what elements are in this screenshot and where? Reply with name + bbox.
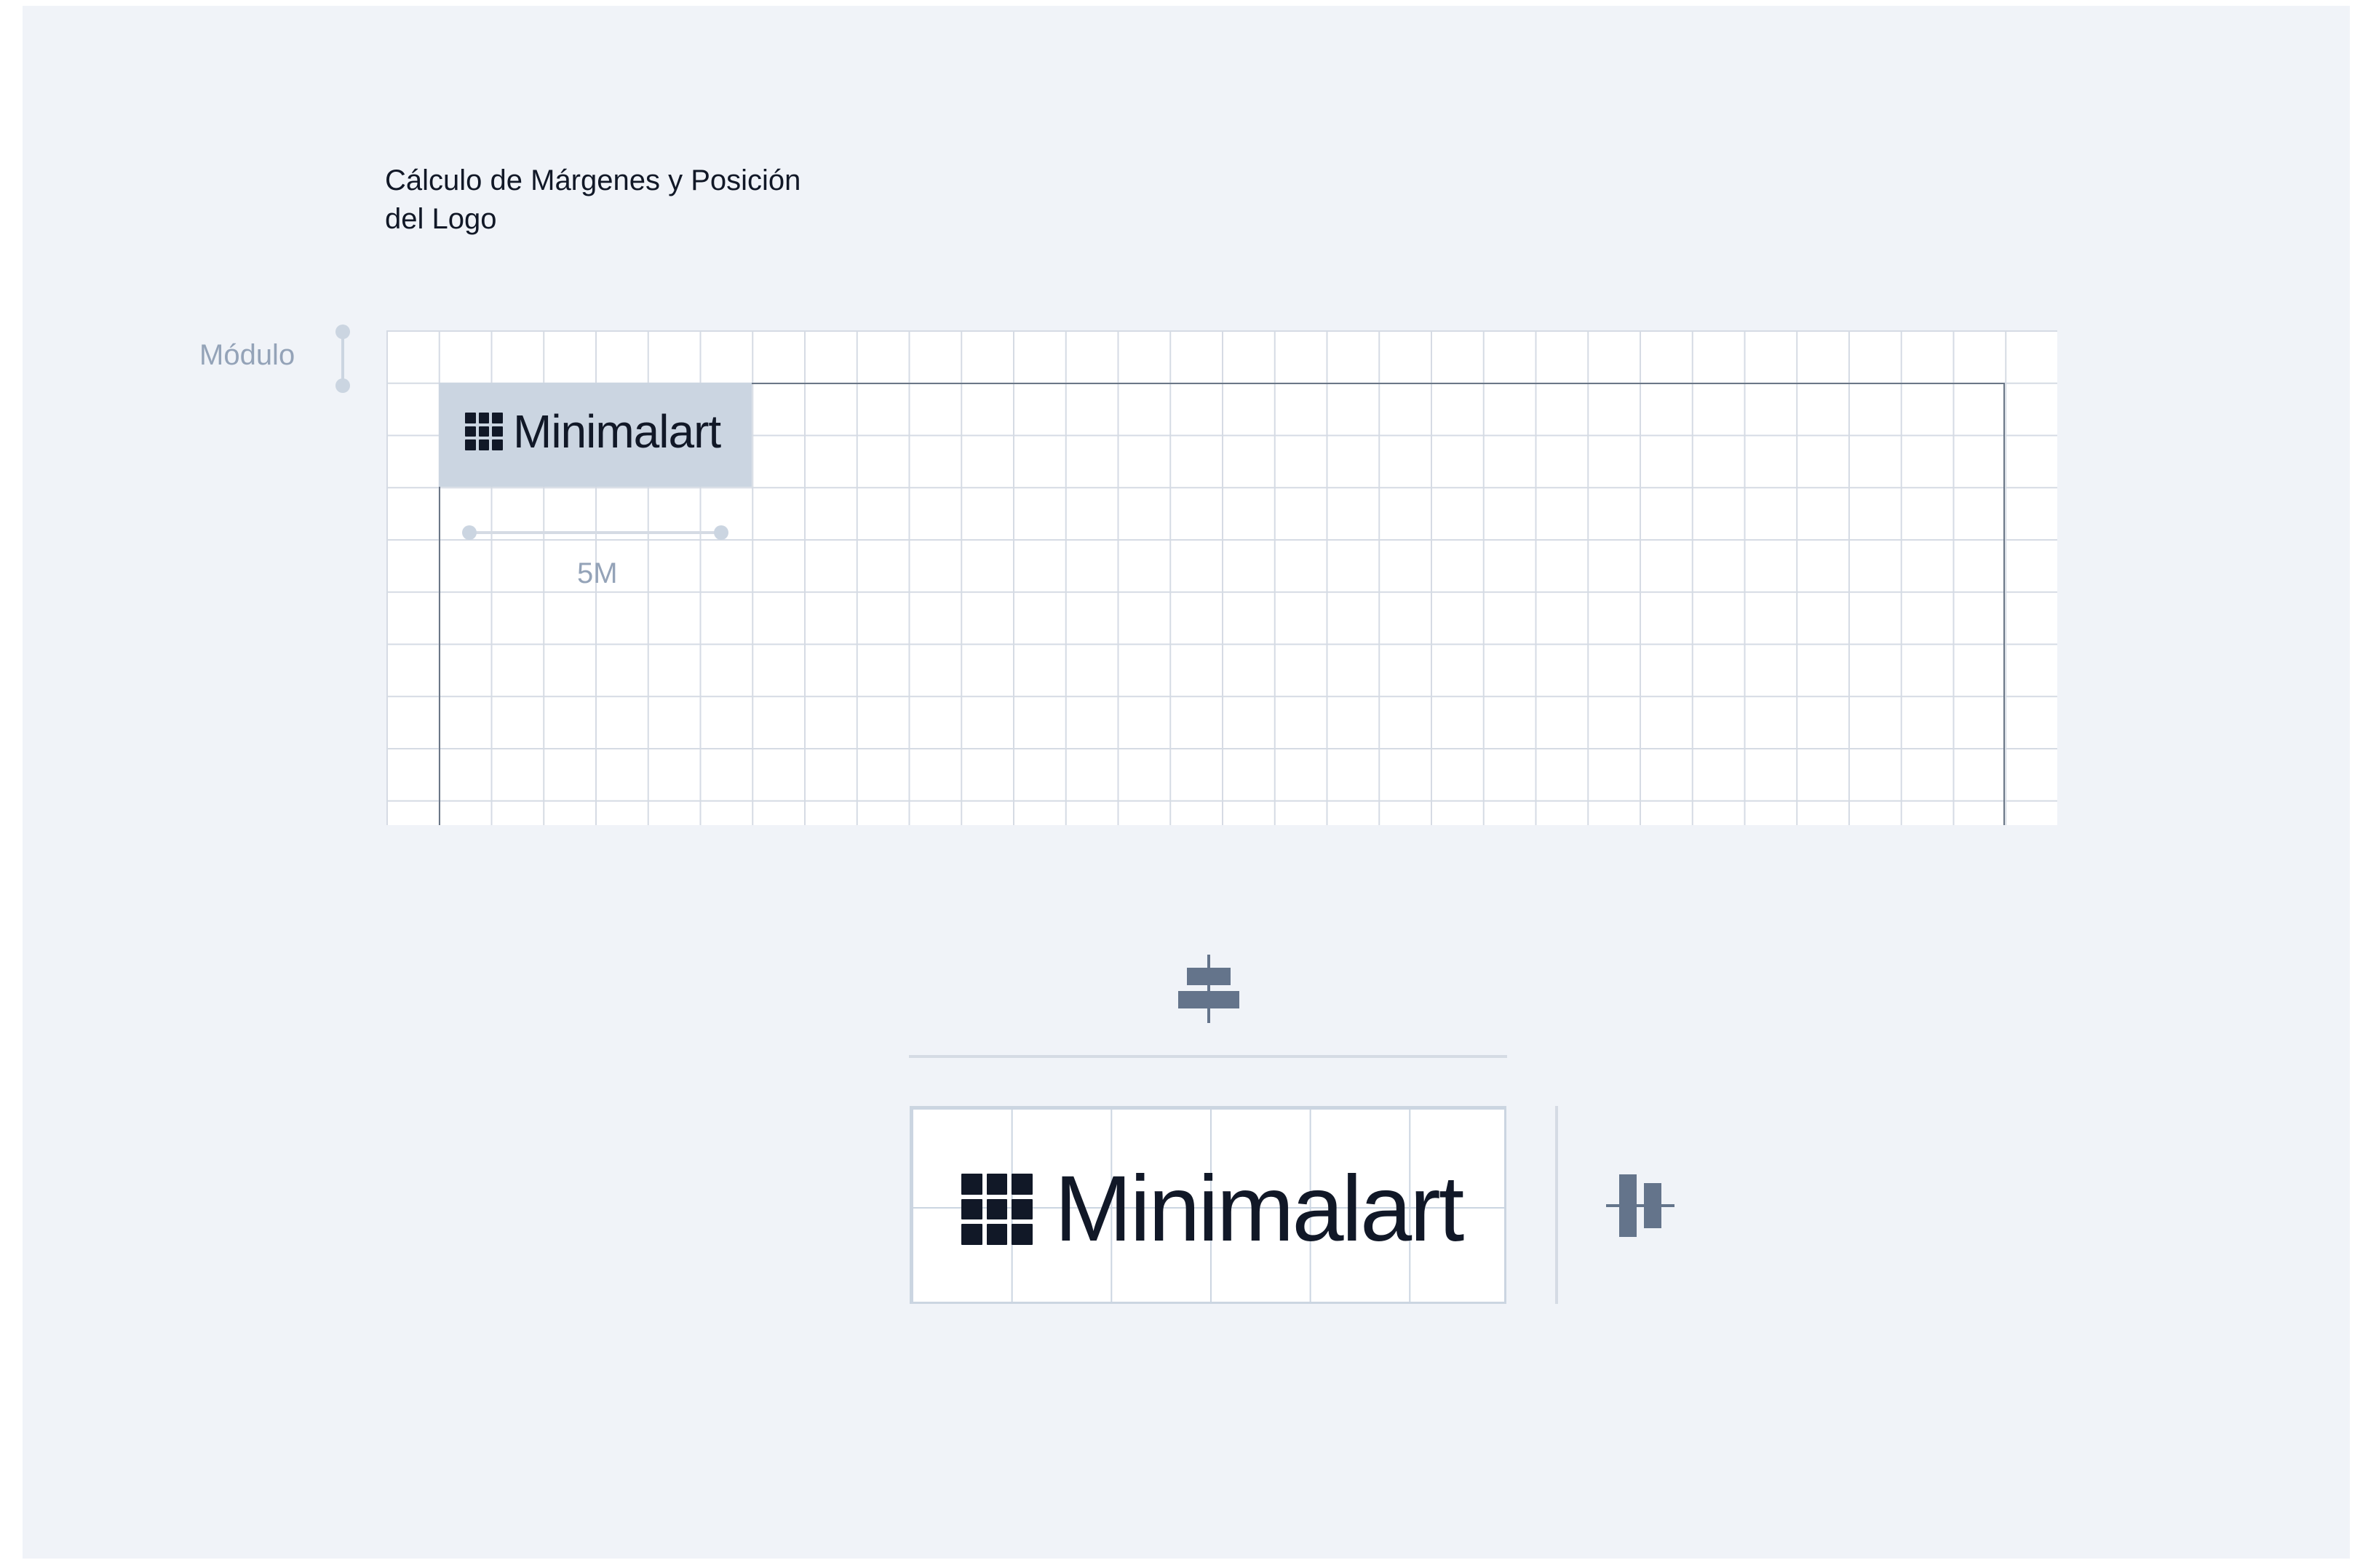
module-marker-line	[341, 332, 344, 386]
artboard: Cálculo de Márgenes y Posición del Logo …	[23, 6, 2350, 1559]
logo-wordmark-large: Minimalart	[1054, 1157, 1464, 1261]
grid-mark-icon	[961, 1174, 1033, 1245]
horizontal-divider	[909, 1055, 1507, 1058]
logo-construction-box: Minimalart	[910, 1106, 1506, 1304]
grid-mark-icon	[465, 413, 503, 450]
logo-large: Minimalart	[961, 1157, 1464, 1261]
logo-small: Minimalart	[465, 405, 721, 458]
width-measure	[462, 525, 728, 540]
module-marker	[334, 325, 351, 394]
module-label: Módulo	[199, 339, 295, 371]
measure-end-dot	[714, 525, 728, 540]
align-center-vertical-icon	[1606, 1174, 1674, 1237]
measure-label: 5M	[577, 557, 618, 589]
measure-line	[469, 531, 721, 534]
align-center-horizontal-icon	[1178, 955, 1239, 1023]
module-marker-end-dot	[335, 378, 350, 393]
measure-start-dot	[462, 525, 477, 540]
vertical-divider	[1555, 1106, 1558, 1304]
margin-grid-panel: Minimalart 5M	[386, 330, 2057, 825]
logo-wordmark: Minimalart	[513, 405, 721, 458]
diagram-title: Cálculo de Márgenes y Posición del Logo	[385, 164, 801, 235]
